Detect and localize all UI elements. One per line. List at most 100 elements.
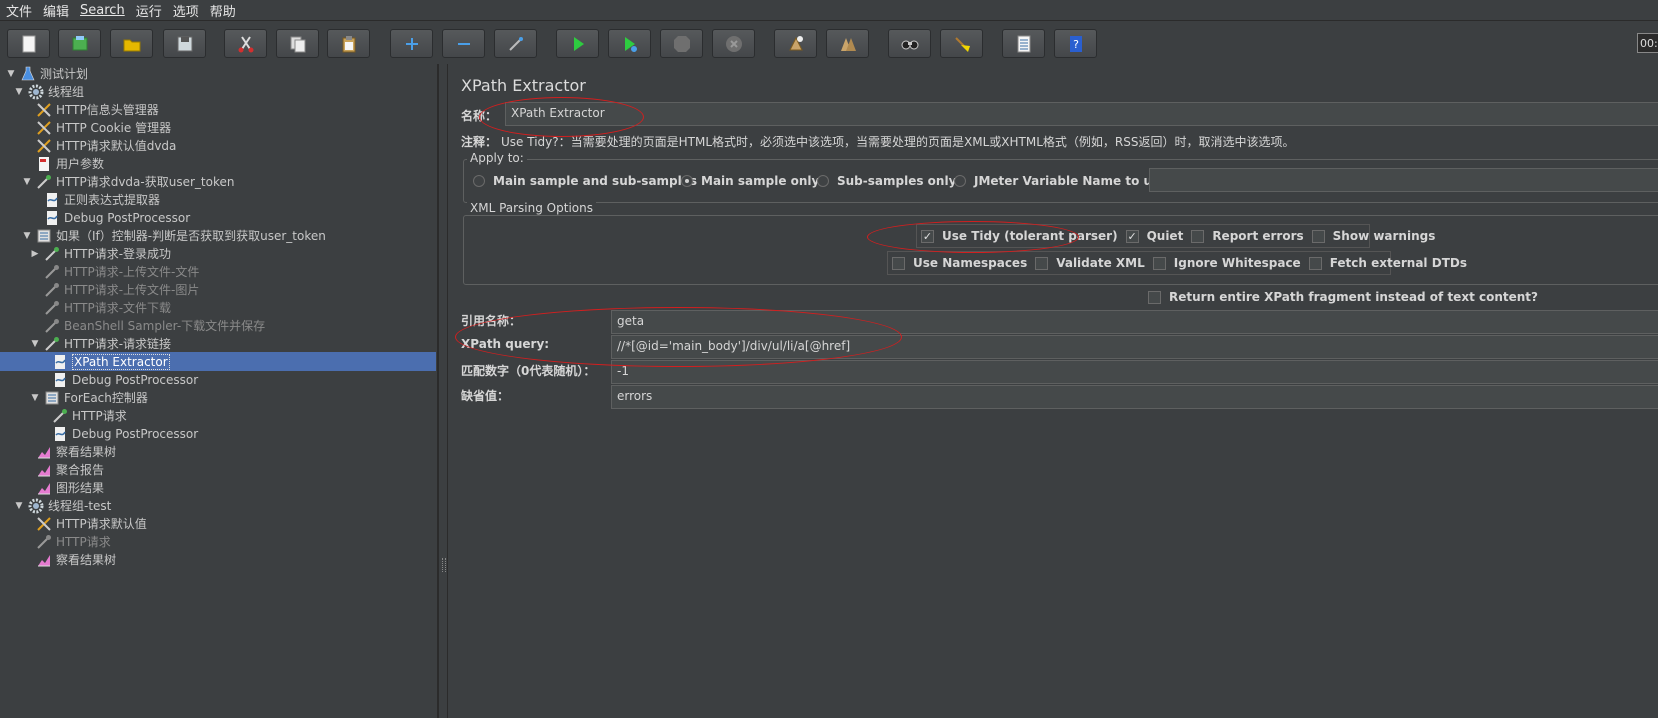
tree-item[interactable]: ▼ 线程组-test — [0, 496, 111, 515]
new-button[interactable] — [7, 29, 50, 58]
return-fragment-checkbox[interactable]: Return entire XPath fragment instead of … — [1148, 290, 1538, 304]
radio-label: Main sample only — [701, 174, 820, 188]
tree-item[interactable]: HTTP Cookie 管理器 — [0, 118, 171, 137]
xpath-extractor-panel: XPath Extractor 名称： XPath Extractor 注释： … — [449, 64, 1658, 718]
menu-options[interactable]: 选项 — [173, 1, 199, 20]
clear-button[interactable] — [774, 29, 817, 58]
tree-expanded-icon[interactable]: ▼ — [14, 87, 24, 97]
tree-item[interactable]: HTTP请求默认值 — [0, 514, 147, 533]
shutdown-button[interactable] — [712, 29, 755, 58]
tree-item[interactable]: XPath Extractor — [0, 352, 436, 371]
radio-jmeter-variable[interactable]: JMeter Variable Name to use — [954, 174, 1167, 188]
name-field[interactable]: XPath Extractor — [505, 102, 1658, 126]
start-no-pause-button[interactable] — [608, 29, 651, 58]
menu-file[interactable]: 文件 — [6, 1, 32, 20]
tree-item-label: HTTP信息头管理器 — [56, 103, 159, 117]
tree-item[interactable]: Debug PostProcessor — [0, 208, 190, 227]
cut-button[interactable] — [224, 29, 267, 58]
tree-item[interactable]: HTTP请求-文件下载 — [0, 298, 171, 317]
clear-all-button[interactable] — [826, 29, 869, 58]
config-tools-icon — [36, 120, 52, 136]
expand-button[interactable] — [390, 29, 433, 58]
tree-item[interactable]: HTTP请求 — [0, 532, 111, 551]
tree-item[interactable]: 正则表达式提取器 — [0, 190, 160, 209]
fetch-dtds-checkbox[interactable]: Fetch external DTDs — [1308, 256, 1467, 270]
tree-item[interactable]: ▼ 线程组 — [0, 82, 84, 101]
tree-item[interactable]: ▼ HTTP请求dvda-获取user_token — [0, 172, 234, 191]
xpath-query-field[interactable]: //*[@id='main_body']/div/ul/li/a[@href] — [611, 335, 1658, 359]
use-namespaces-checkbox[interactable]: Use Namespaces — [892, 256, 1027, 270]
stop-button[interactable] — [660, 29, 703, 58]
tree-item[interactable]: ▼ 如果（If）控制器-判断是否获取到获取user_token — [0, 226, 326, 245]
tree-item[interactable]: 察看结果树 — [0, 442, 116, 461]
menu-search[interactable]: Search — [80, 3, 125, 18]
radio-main-only[interactable]: Main sample only — [681, 174, 819, 188]
search-button[interactable] — [888, 29, 931, 58]
tree-item[interactable]: HTTP请求-上传文件-文件 — [0, 262, 199, 281]
config-tools-icon — [36, 516, 52, 532]
radio-label: JMeter Variable Name to use — [974, 174, 1168, 188]
report-errors-checkbox[interactable]: Report errors — [1191, 229, 1304, 243]
tree-item[interactable]: HTTP信息头管理器 — [0, 100, 159, 119]
menu-help[interactable]: 帮助 — [210, 1, 236, 20]
save-button[interactable] — [163, 29, 206, 58]
tree-item[interactable]: 用户参数 — [0, 154, 104, 173]
help-button[interactable]: ? — [1054, 29, 1097, 58]
ignore-whitespace-checkbox[interactable]: Ignore Whitespace — [1152, 256, 1301, 270]
start-button[interactable] — [556, 29, 599, 58]
tree-item[interactable]: 察看结果树 — [0, 550, 116, 569]
splitter-grip[interactable] — [442, 558, 446, 572]
match-no-field[interactable]: -1 — [611, 360, 1658, 384]
open-button[interactable] — [110, 29, 153, 58]
tree-item[interactable]: 图形结果 — [0, 478, 104, 497]
toggle-button[interactable] — [494, 29, 537, 58]
tree-item-label: HTTP请求 — [72, 409, 127, 423]
function-helper-button[interactable] — [1002, 29, 1045, 58]
tree-expanded-icon[interactable]: ▼ — [30, 339, 40, 349]
tree-expanded-icon[interactable]: ▼ — [22, 177, 32, 187]
tree-item-label: HTTP请求默认值dvda — [56, 139, 177, 153]
reset-search-button[interactable] — [940, 29, 983, 58]
menu-run[interactable]: 运行 — [136, 1, 162, 20]
search-icon — [901, 40, 918, 49]
test-plan-tree[interactable]: ▼ 测试计划 ▼ 线程组 HTTP信息头管理器 HTTP Cookie 管理器 HTTP请求… — [0, 64, 438, 718]
ref-name-field[interactable]: geta — [611, 310, 1658, 334]
panel-title: XPath Extractor — [461, 76, 586, 95]
show-warnings-checkbox[interactable]: Show warnings — [1311, 229, 1435, 243]
tree-item[interactable]: HTTP请求-上传文件-图片 — [0, 280, 199, 299]
tree-item[interactable]: HTTP请求默认值dvda — [0, 136, 176, 155]
tree-item-label: HTTP请求dvda-获取user_token — [56, 175, 235, 189]
templates-button[interactable] — [58, 29, 101, 58]
radio-sub-only[interactable]: Sub-samples only — [817, 174, 956, 188]
tree-collapsed-icon[interactable]: ▶ — [30, 249, 40, 259]
use-tidy-checkbox[interactable]: ✓ Use Tidy (tolerant parser) — [921, 229, 1118, 243]
comment-field[interactable]: Use Tidy?：当需要处理的页面是HTML格式时，必须选中该选项，当需要处理… — [501, 133, 1294, 150]
tree-item[interactable]: ▼ HTTP请求-请求链接 — [0, 334, 171, 353]
tree-expanded-icon[interactable]: ▼ — [30, 393, 40, 403]
tree-item[interactable]: BeanShell Sampler-下载文件并保存 — [0, 316, 265, 335]
copy-button[interactable] — [276, 29, 319, 58]
tree-item[interactable]: Debug PostProcessor — [0, 370, 198, 389]
tree-item[interactable]: ▼ ForEach控制器 — [0, 388, 148, 407]
tree-item[interactable]: ▼ 测试计划 — [0, 64, 88, 83]
default-value-field[interactable]: errors — [611, 385, 1658, 409]
menu-edit[interactable]: 编辑 — [43, 1, 69, 20]
collapse-button[interactable] — [442, 29, 485, 58]
paste-button[interactable] — [327, 29, 370, 58]
tree-item[interactable]: 聚合报告 — [0, 460, 104, 479]
validate-xml-checkbox[interactable]: Validate XML — [1035, 256, 1145, 270]
tree-item[interactable]: ▶ HTTP请求-登录成功 — [0, 244, 171, 263]
tree-expanded-icon[interactable]: ▼ — [14, 501, 24, 511]
tree-item[interactable]: Debug PostProcessor — [0, 424, 198, 443]
tree-expanded-icon[interactable]: ▼ — [6, 69, 16, 79]
variable-name-field[interactable] — [1149, 168, 1658, 192]
radio-main-and-sub[interactable]: Main sample and sub-samples — [473, 174, 697, 188]
tree-expanded-icon[interactable]: ▼ — [22, 231, 32, 241]
split-pane-divider[interactable] — [438, 64, 448, 718]
quiet-checkbox[interactable]: ✓ Quiet — [1125, 229, 1183, 243]
tree-item[interactable]: HTTP请求 — [0, 406, 127, 425]
